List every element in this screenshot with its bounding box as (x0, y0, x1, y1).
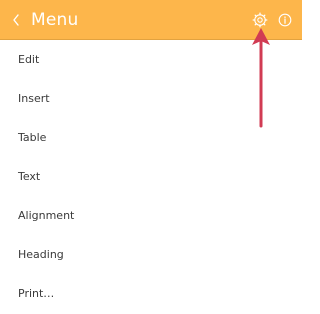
gear-icon (252, 12, 268, 28)
header-bar: Menu (0, 0, 302, 40)
menu-item-text[interactable]: Text (0, 157, 302, 196)
info-icon (278, 13, 292, 27)
menu-item-label: Edit (18, 53, 40, 66)
back-button[interactable] (6, 6, 26, 34)
menu-item-alignment[interactable]: Alignment (0, 196, 302, 235)
page-title: Menu (31, 10, 79, 30)
menu-item-label: Text (18, 170, 41, 183)
chevron-left-icon (13, 14, 19, 26)
info-button[interactable] (274, 9, 296, 31)
menu-item-label: Alignment (18, 209, 75, 222)
menu-item-insert[interactable]: Insert (0, 79, 302, 118)
menu-list: Edit Insert Table Text Alignment Heading… (0, 40, 302, 313)
menu-item-label: Heading (18, 248, 64, 261)
menu-item-label: Table (18, 131, 47, 144)
menu-item-label: Print… (18, 287, 55, 300)
menu-item-edit[interactable]: Edit (0, 40, 302, 79)
menu-item-label: Insert (18, 92, 50, 105)
menu-item-table[interactable]: Table (0, 118, 302, 157)
menu-item-print[interactable]: Print… (0, 274, 302, 313)
menu-item-heading[interactable]: Heading (0, 235, 302, 274)
app-screen: Menu Edit Insert Table Text Alignment He… (0, 0, 302, 314)
settings-button[interactable] (249, 9, 271, 31)
